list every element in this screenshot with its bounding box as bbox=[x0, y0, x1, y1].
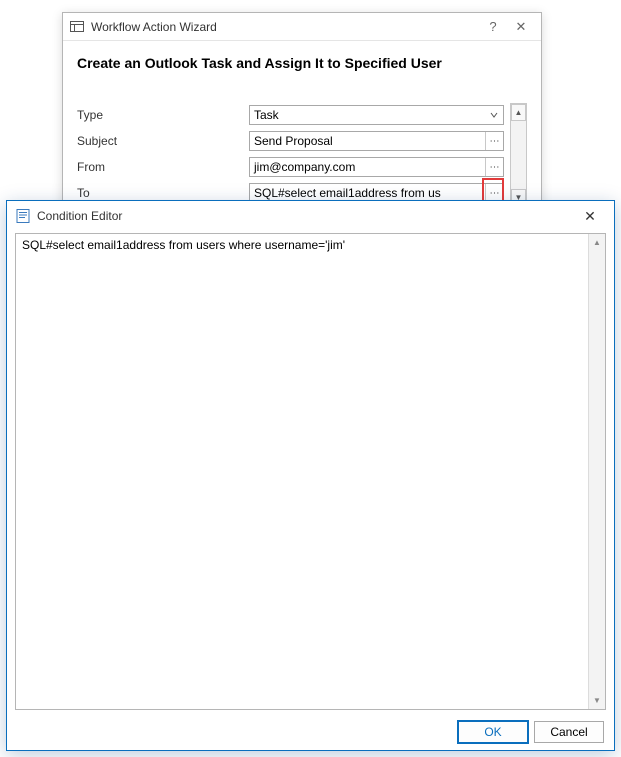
condition-titlebar: Condition Editor ✕ bbox=[7, 201, 614, 231]
label-type: Type bbox=[77, 108, 249, 122]
ok-button[interactable]: OK bbox=[458, 721, 528, 743]
field-row-subject: Subject Send Proposal ⋯ bbox=[77, 129, 504, 153]
type-dropdown[interactable]: Task bbox=[249, 105, 504, 125]
scroll-down-icon[interactable]: ▼ bbox=[589, 692, 605, 709]
ellipsis-icon[interactable]: ⋯ bbox=[485, 158, 503, 176]
ellipsis-icon[interactable]: ⋯ bbox=[485, 132, 503, 150]
subject-value: Send Proposal bbox=[250, 134, 485, 148]
condition-footer: OK Cancel bbox=[7, 714, 614, 750]
subject-input[interactable]: Send Proposal ⋯ bbox=[249, 131, 504, 151]
scroll-up-icon[interactable]: ▲ bbox=[511, 104, 526, 121]
close-button[interactable]: ✕ bbox=[507, 17, 535, 37]
type-value: Task bbox=[250, 108, 485, 122]
scroll-up-icon[interactable]: ▲ bbox=[589, 234, 605, 251]
condition-title-text: Condition Editor bbox=[37, 209, 122, 223]
condition-editor-panel: SQL#select email1address from users wher… bbox=[15, 233, 606, 710]
condition-editor-window: Condition Editor ✕ SQL#select email1addr… bbox=[6, 200, 615, 751]
cancel-button[interactable]: Cancel bbox=[534, 721, 604, 743]
field-row-type: Type Task bbox=[77, 103, 504, 127]
wizard-title-text: Workflow Action Wizard bbox=[91, 20, 217, 34]
help-button[interactable]: ? bbox=[479, 17, 507, 37]
field-row-from: From jim@company.com ⋯ bbox=[77, 155, 504, 179]
from-input[interactable]: jim@company.com ⋯ bbox=[249, 157, 504, 177]
wizard-form: Type Task Subject Send Proposal ⋯ bbox=[77, 103, 504, 207]
label-to: To bbox=[77, 186, 249, 200]
from-value: jim@company.com bbox=[250, 160, 485, 174]
wizard-body: Create an Outlook Task and Assign It to … bbox=[63, 41, 541, 207]
editor-scrollbar[interactable]: ▲ ▼ bbox=[588, 234, 605, 709]
label-from: From bbox=[77, 160, 249, 174]
condition-text-input[interactable]: SQL#select email1address from users wher… bbox=[16, 234, 588, 709]
label-subject: Subject bbox=[77, 134, 249, 148]
wizard-titlebar: Workflow Action Wizard ? ✕ bbox=[63, 13, 541, 41]
wizard-icon bbox=[69, 19, 85, 35]
close-button[interactable]: ✕ bbox=[570, 204, 610, 228]
editor-icon bbox=[15, 208, 31, 224]
form-scrollbar[interactable]: ▲ ▼ bbox=[510, 103, 527, 207]
wizard-heading: Create an Outlook Task and Assign It to … bbox=[77, 55, 527, 71]
chevron-down-icon[interactable] bbox=[485, 106, 503, 124]
to-value: SQL#select email1address from us bbox=[250, 186, 485, 200]
